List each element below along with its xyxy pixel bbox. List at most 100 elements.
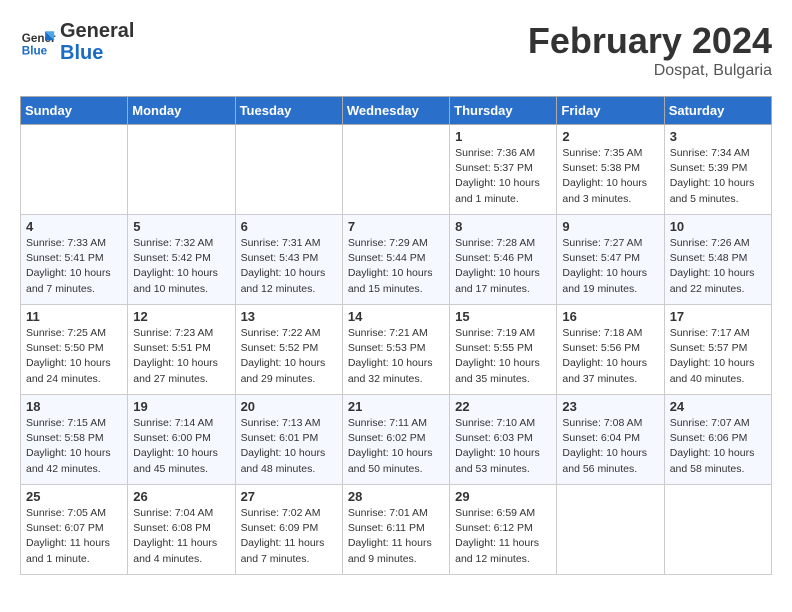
day-info: Sunrise: 7:13 AM Sunset: 6:01 PM Dayligh… bbox=[241, 416, 337, 477]
day-info: Sunrise: 7:23 AM Sunset: 5:51 PM Dayligh… bbox=[133, 326, 229, 387]
day-info: Sunrise: 6:59 AM Sunset: 6:12 PM Dayligh… bbox=[455, 506, 551, 567]
day-cell: 8 Sunrise: 7:28 AM Sunset: 5:46 PM Daylig… bbox=[450, 215, 557, 305]
calendar-table: SundayMondayTuesdayWednesdayThursdayFrid… bbox=[20, 96, 772, 575]
day-cell: 3 Sunrise: 7:34 AM Sunset: 5:39 PM Daylig… bbox=[664, 125, 771, 215]
day-number: 2 bbox=[562, 129, 658, 144]
day-cell: 15 Sunrise: 7:19 AM Sunset: 5:55 PM Dayli… bbox=[450, 305, 557, 395]
logo-icon: General Blue bbox=[20, 24, 56, 60]
day-info: Sunrise: 7:31 AM Sunset: 5:43 PM Dayligh… bbox=[241, 236, 337, 297]
day-cell: 18 Sunrise: 7:15 AM Sunset: 5:58 PM Dayli… bbox=[21, 395, 128, 485]
header-row: SundayMondayTuesdayWednesdayThursdayFrid… bbox=[21, 97, 772, 125]
day-cell: 7Sunrise: 7:29 AM Sunset: 5:44 PM Daylig… bbox=[342, 215, 449, 305]
day-number: 6 bbox=[241, 219, 337, 234]
day-number: 14 bbox=[348, 309, 444, 324]
day-cell: 24Sunrise: 7:07 AM Sunset: 6:06 PM Dayli… bbox=[664, 395, 771, 485]
day-info: Sunrise: 7:34 AM Sunset: 5:39 PM Dayligh… bbox=[670, 146, 766, 207]
day-cell: 2Sunrise: 7:35 AM Sunset: 5:38 PM Daylig… bbox=[557, 125, 664, 215]
day-info: Sunrise: 7:21 AM Sunset: 5:53 PM Dayligh… bbox=[348, 326, 444, 387]
col-header-thursday: Thursday bbox=[450, 97, 557, 125]
day-info: Sunrise: 7:02 AM Sunset: 6:09 PM Dayligh… bbox=[241, 506, 337, 567]
day-cell: 21 Sunrise: 7:11 AM Sunset: 6:02 PM Dayli… bbox=[342, 395, 449, 485]
day-number: 9 bbox=[562, 219, 658, 234]
day-number: 21 bbox=[348, 399, 444, 414]
day-info: Sunrise: 7:18 AM Sunset: 5:56 PM Dayligh… bbox=[562, 326, 658, 387]
day-number: 28 bbox=[348, 489, 444, 504]
day-cell: 20Sunrise: 7:13 AM Sunset: 6:01 PM Dayli… bbox=[235, 395, 342, 485]
title-block: February 2024 Dospat, Bulgaria bbox=[528, 20, 772, 80]
location: Dospat, Bulgaria bbox=[528, 62, 772, 80]
day-cell: 29 Sunrise: 6:59 AM Sunset: 6:12 PM Dayli… bbox=[450, 485, 557, 575]
day-cell: 26 Sunrise: 7:04 AM Sunset: 6:08 PM Dayli… bbox=[128, 485, 235, 575]
week-row-4: 18 Sunrise: 7:15 AM Sunset: 5:58 PM Dayli… bbox=[21, 395, 772, 485]
day-number: 24 bbox=[670, 399, 766, 414]
day-number: 13 bbox=[241, 309, 337, 324]
day-number: 15 bbox=[455, 309, 551, 324]
day-cell: 17 Sunrise: 7:17 AM Sunset: 5:57 PM Dayli… bbox=[664, 305, 771, 395]
day-number: 12 bbox=[133, 309, 229, 324]
day-number: 25 bbox=[26, 489, 122, 504]
day-number: 26 bbox=[133, 489, 229, 504]
day-cell: 12 Sunrise: 7:23 AM Sunset: 5:51 PM Dayli… bbox=[128, 305, 235, 395]
month-title: February 2024 bbox=[528, 20, 772, 62]
logo: General Blue General Blue bbox=[20, 20, 134, 64]
day-cell: 1 Sunrise: 7:36 AM Sunset: 5:37 PM Daylig… bbox=[450, 125, 557, 215]
day-cell: 6 Sunrise: 7:31 AM Sunset: 5:43 PM Daylig… bbox=[235, 215, 342, 305]
day-info: Sunrise: 7:17 AM Sunset: 5:57 PM Dayligh… bbox=[670, 326, 766, 387]
day-number: 1 bbox=[455, 129, 551, 144]
day-cell bbox=[557, 485, 664, 575]
day-cell: 11 Sunrise: 7:25 AM Sunset: 5:50 PM Dayli… bbox=[21, 305, 128, 395]
day-info: Sunrise: 7:28 AM Sunset: 5:46 PM Dayligh… bbox=[455, 236, 551, 297]
col-header-saturday: Saturday bbox=[664, 97, 771, 125]
col-header-sunday: Sunday bbox=[21, 97, 128, 125]
day-number: 19 bbox=[133, 399, 229, 414]
day-number: 16 bbox=[562, 309, 658, 324]
day-cell bbox=[21, 125, 128, 215]
day-cell: 9 Sunrise: 7:27 AM Sunset: 5:47 PM Daylig… bbox=[557, 215, 664, 305]
day-info: Sunrise: 7:11 AM Sunset: 6:02 PM Dayligh… bbox=[348, 416, 444, 477]
day-number: 3 bbox=[670, 129, 766, 144]
day-cell: 10Sunrise: 7:26 AM Sunset: 5:48 PM Dayli… bbox=[664, 215, 771, 305]
day-info: Sunrise: 7:19 AM Sunset: 5:55 PM Dayligh… bbox=[455, 326, 551, 387]
day-info: Sunrise: 7:15 AM Sunset: 5:58 PM Dayligh… bbox=[26, 416, 122, 477]
week-row-1: 1 Sunrise: 7:36 AM Sunset: 5:37 PM Daylig… bbox=[21, 125, 772, 215]
day-cell bbox=[342, 125, 449, 215]
day-number: 29 bbox=[455, 489, 551, 504]
day-cell: 28 Sunrise: 7:01 AM Sunset: 6:11 PM Dayli… bbox=[342, 485, 449, 575]
day-cell: 4Sunrise: 7:33 AM Sunset: 5:41 PM Daylig… bbox=[21, 215, 128, 305]
col-header-wednesday: Wednesday bbox=[342, 97, 449, 125]
day-cell: 27 Sunrise: 7:02 AM Sunset: 6:09 PM Dayli… bbox=[235, 485, 342, 575]
day-cell: 22 Sunrise: 7:10 AM Sunset: 6:03 PM Dayli… bbox=[450, 395, 557, 485]
logo-general: General bbox=[60, 20, 134, 42]
day-number: 8 bbox=[455, 219, 551, 234]
week-row-5: 25 Sunrise: 7:05 AM Sunset: 6:07 PM Dayli… bbox=[21, 485, 772, 575]
day-info: Sunrise: 7:36 AM Sunset: 5:37 PM Dayligh… bbox=[455, 146, 551, 207]
page-header: General Blue General Blue February 2024 … bbox=[20, 20, 772, 80]
week-row-3: 11 Sunrise: 7:25 AM Sunset: 5:50 PM Dayli… bbox=[21, 305, 772, 395]
day-cell: 13Sunrise: 7:22 AM Sunset: 5:52 PM Dayli… bbox=[235, 305, 342, 395]
day-cell: 16 Sunrise: 7:18 AM Sunset: 5:56 PM Dayli… bbox=[557, 305, 664, 395]
day-info: Sunrise: 7:01 AM Sunset: 6:11 PM Dayligh… bbox=[348, 506, 444, 567]
day-info: Sunrise: 7:04 AM Sunset: 6:08 PM Dayligh… bbox=[133, 506, 229, 567]
day-info: Sunrise: 7:33 AM Sunset: 5:41 PM Dayligh… bbox=[26, 236, 122, 297]
day-number: 22 bbox=[455, 399, 551, 414]
day-number: 5 bbox=[133, 219, 229, 234]
day-cell: 23 Sunrise: 7:08 AM Sunset: 6:04 PM Dayli… bbox=[557, 395, 664, 485]
day-info: Sunrise: 7:05 AM Sunset: 6:07 PM Dayligh… bbox=[26, 506, 122, 567]
day-number: 27 bbox=[241, 489, 337, 504]
day-info: Sunrise: 7:10 AM Sunset: 6:03 PM Dayligh… bbox=[455, 416, 551, 477]
day-number: 11 bbox=[26, 309, 122, 324]
day-number: 18 bbox=[26, 399, 122, 414]
day-number: 17 bbox=[670, 309, 766, 324]
col-header-friday: Friday bbox=[557, 97, 664, 125]
week-row-2: 4Sunrise: 7:33 AM Sunset: 5:41 PM Daylig… bbox=[21, 215, 772, 305]
day-info: Sunrise: 7:25 AM Sunset: 5:50 PM Dayligh… bbox=[26, 326, 122, 387]
day-info: Sunrise: 7:32 AM Sunset: 5:42 PM Dayligh… bbox=[133, 236, 229, 297]
day-info: Sunrise: 7:27 AM Sunset: 5:47 PM Dayligh… bbox=[562, 236, 658, 297]
day-cell bbox=[235, 125, 342, 215]
day-cell: 14 Sunrise: 7:21 AM Sunset: 5:53 PM Dayli… bbox=[342, 305, 449, 395]
day-info: Sunrise: 7:14 AM Sunset: 6:00 PM Dayligh… bbox=[133, 416, 229, 477]
day-cell: 5 Sunrise: 7:32 AM Sunset: 5:42 PM Daylig… bbox=[128, 215, 235, 305]
day-info: Sunrise: 7:29 AM Sunset: 5:44 PM Dayligh… bbox=[348, 236, 444, 297]
day-info: Sunrise: 7:08 AM Sunset: 6:04 PM Dayligh… bbox=[562, 416, 658, 477]
day-number: 23 bbox=[562, 399, 658, 414]
